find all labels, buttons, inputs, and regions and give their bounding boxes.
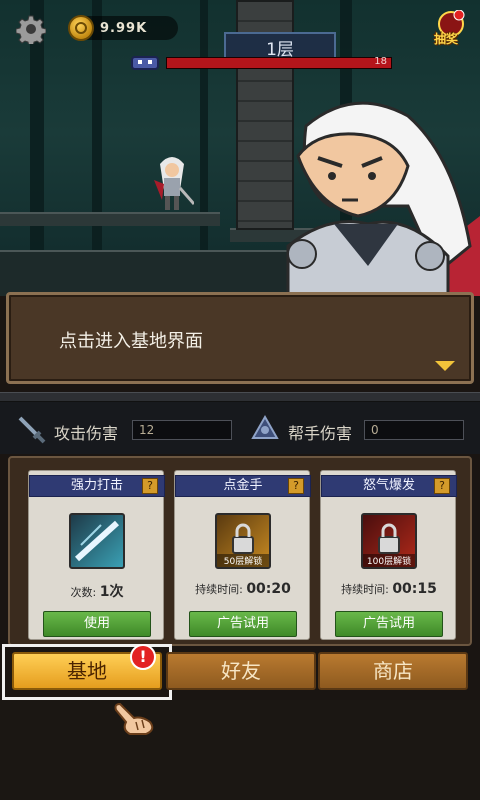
skill-info-value: 1次: [99, 584, 124, 600]
lottery-label: 抽奖: [434, 32, 459, 46]
floor-label: 1层: [266, 39, 294, 60]
coin-amount: 9.99K: [100, 20, 148, 36]
skill-info-button[interactable]: ?: [288, 478, 304, 494]
nav-friends-button[interactable]: 好友: [166, 652, 316, 690]
skill-info-label: 次数:: [70, 586, 97, 599]
divider-strip: [0, 392, 480, 402]
skill-info-line: 持续时间: 00:20: [175, 581, 311, 597]
stone-ledge: [0, 212, 220, 226]
bottom-area: [0, 700, 480, 800]
rage-burst-icon: 100层解锁: [361, 513, 417, 569]
skill-info-label: 持续时间:: [195, 583, 243, 596]
tutorial-dialog[interactable]: 点击进入基地界面: [6, 292, 474, 384]
skill-info-line: 持续时间: 00:15: [321, 581, 457, 597]
player-character-icon: [154, 157, 194, 210]
skill-title: 强力打击 ?: [29, 475, 165, 497]
skill-name: 点金手: [223, 478, 263, 493]
skills-panel: 强力打击 ? 次数: 1次 使用 点金手 ? 50层解锁 持续时间: 00:20…: [8, 456, 472, 646]
hero-portrait-icon: [286, 101, 480, 296]
skill-card-power-strike: 强力打击 ? 次数: 1次 使用: [28, 470, 165, 640]
skill-info-button[interactable]: ?: [434, 478, 450, 494]
skill-info-value: 00:20: [246, 581, 291, 597]
helper-icon: [251, 414, 279, 439]
boss-icon: [131, 56, 159, 70]
coin-icon: [68, 15, 94, 41]
boss-hp-value: 18: [374, 56, 387, 67]
skill-info-button[interactable]: ?: [142, 478, 158, 494]
skill-name: 怒气爆发: [362, 478, 415, 493]
attack-damage-label: 攻击伤害: [54, 424, 119, 443]
helper-damage-label: 帮手伤害: [288, 424, 353, 443]
ad-trial-button[interactable]: 广告试用: [335, 611, 443, 637]
settings-button[interactable]: [14, 12, 48, 46]
sword-icon: [18, 416, 46, 444]
unlock-requirement: 50层解锁: [217, 554, 269, 567]
skill-card-golden-touch: 点金手 ? 50层解锁 持续时间: 00:20 广告试用: [174, 470, 311, 640]
skill-card-rage-burst: 怒气爆发 ? 100层解锁 持续时间: 00:15 广告试用: [320, 470, 457, 640]
skill-title: 怒气爆发 ?: [321, 475, 457, 497]
unlock-requirement: 100层解锁: [363, 554, 415, 567]
ad-trial-button[interactable]: 广告试用: [189, 611, 297, 637]
skill-title: 点金手 ?: [175, 475, 311, 497]
golden-touch-icon: 50层解锁: [215, 513, 271, 569]
dialog-text: 点击进入基地界面: [59, 331, 203, 352]
use-skill-button[interactable]: 使用: [43, 611, 151, 637]
attack-damage-value: 12: [132, 420, 232, 440]
gear-icon: [16, 15, 46, 44]
stats-bar: 攻击伤害 12 帮手伤害 0: [0, 402, 480, 454]
boss-hp-bar: 18: [166, 56, 392, 69]
boss-hp-fill: [167, 58, 391, 68]
continue-arrow-icon: [435, 361, 455, 371]
pointing-hand-icon: [114, 702, 154, 735]
coin-counter: 9.99K: [68, 15, 178, 41]
power-strike-icon: [69, 513, 125, 569]
skill-info-label: 持续时间:: [341, 583, 389, 596]
helper-damage-value: 0: [364, 420, 464, 440]
notification-badge: !: [130, 644, 156, 670]
nav-shop-button[interactable]: 商店: [318, 652, 468, 690]
skill-info-value: 00:15: [392, 581, 437, 597]
skill-name: 强力打击: [70, 478, 123, 493]
skill-info-line: 次数: 1次: [29, 581, 165, 601]
